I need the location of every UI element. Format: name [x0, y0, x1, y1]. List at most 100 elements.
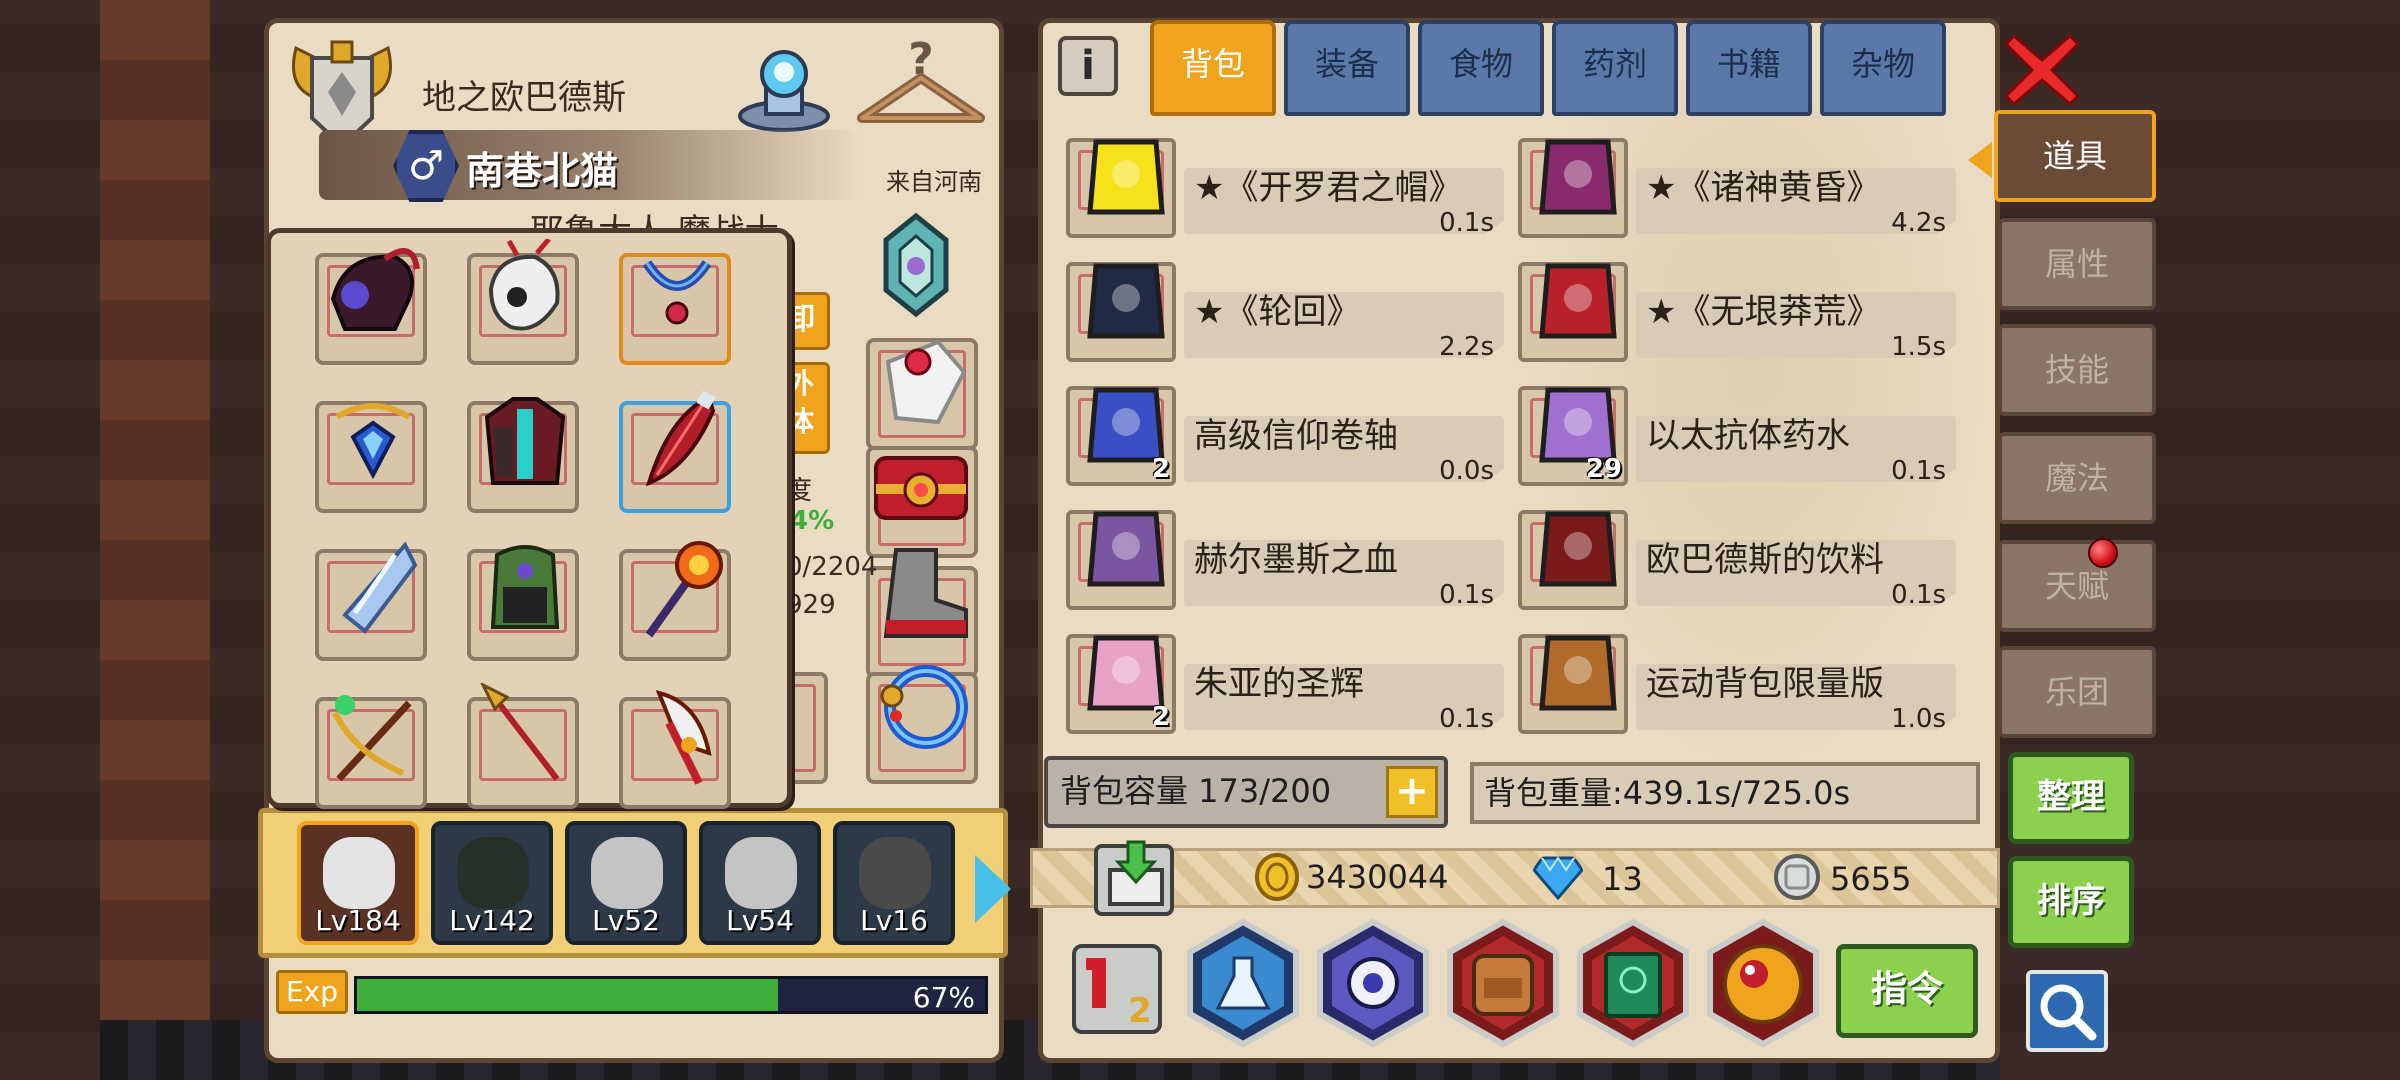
item-name: 运动背包限量版 [1646, 664, 1884, 704]
diamond-amount: 13 [1602, 860, 1643, 898]
sort-button[interactable]: 排序 [2008, 856, 2134, 948]
dark-horn-helmet-icon [330, 248, 420, 331]
fire-orb-icon[interactable] [1704, 918, 1822, 1048]
item-weight: 1.5s [1891, 332, 1946, 362]
item-slot: 2 [1066, 634, 1176, 734]
inventory-item[interactable]: ★《诸神黄昏》 4.2s [1518, 138, 1958, 238]
party-level: Lv184 [315, 904, 401, 937]
item-slot [1066, 262, 1176, 362]
equip-slot-armor[interactable] [467, 397, 579, 513]
party-member-2[interactable]: Lv142 [431, 821, 553, 945]
download-chest-icon [1108, 840, 1164, 906]
expand-capacity-button[interactable]: + [1386, 766, 1438, 818]
item-name: ★《开罗君之帽》 [1194, 168, 1463, 208]
equip-slot-wing[interactable] [315, 541, 427, 661]
ice-wing-icon [342, 541, 418, 634]
side-tab-attributes[interactable]: 属性 [1998, 218, 2156, 310]
portal-orb-icon[interactable] [736, 34, 832, 134]
dark-armor-icon [484, 397, 566, 485]
item-count: 2 [1151, 454, 1170, 484]
crystal-crown-icon[interactable] [866, 210, 966, 320]
equip-slot-weapon-spear[interactable] [467, 683, 579, 809]
green-pack-icon [490, 545, 560, 629]
equip-slot-weapon-axe[interactable] [619, 690, 731, 809]
side-tab-magic[interactable]: 魔法 [1998, 432, 2156, 524]
alchemy-flask-icon[interactable] [1184, 918, 1302, 1048]
equip-slot-weapon-bow[interactable] [315, 695, 427, 809]
item-weight: 0.1s [1891, 580, 1946, 610]
inventory-item[interactable]: ★《轮回》 2.2s [1066, 262, 1506, 362]
white-mask-icon [488, 239, 560, 331]
backpack-icon[interactable] [1444, 918, 1562, 1048]
item-weight: 0.0s [1439, 456, 1494, 486]
tab-food[interactable]: 食物 [1418, 20, 1544, 116]
side-tab-band[interactable]: 乐团 [1998, 646, 2156, 738]
side-tab-talent[interactable]: 天赋 [1998, 540, 2156, 632]
equip-slot-accessory[interactable] [467, 239, 579, 365]
stat-mp: 929 [786, 590, 836, 620]
party-member-4[interactable]: Lv54 [699, 821, 821, 945]
inventory-item[interactable]: 欧巴德斯的饮料 0.1s [1518, 510, 1958, 610]
party-member-5[interactable]: Lv16 [833, 821, 955, 945]
diamond-icon [1532, 856, 1584, 901]
equipment-popup [266, 228, 792, 809]
tab-backpack[interactable]: 背包 [1150, 20, 1276, 116]
gold-amount: 3430044 [1306, 858, 1449, 896]
deposit-button[interactable] [1094, 840, 1174, 916]
tab-books[interactable]: 书籍 [1686, 20, 1812, 116]
inventory-item[interactable]: ★《无垠莽荒》 1.5s [1518, 262, 1958, 362]
inventory-item[interactable]: ★《开罗君之帽》 0.1s [1066, 138, 1506, 238]
character-name: 南巷北猫 [466, 149, 619, 193]
blue-necklace-icon [642, 260, 712, 325]
search-button[interactable] [2026, 970, 2108, 1052]
blue-ring-icon [880, 665, 968, 749]
spellbook-icon[interactable] [1574, 918, 1692, 1048]
inventory-item[interactable]: 运动背包限量版 1.0s [1518, 634, 1958, 734]
info-icon[interactable]: i [1058, 36, 1118, 96]
arrange-button[interactable]: 整理 [2008, 752, 2134, 844]
character-origin: 来自河南 [886, 168, 982, 196]
item-slot [1066, 138, 1176, 238]
party-next-arrow-icon[interactable] [975, 855, 1011, 923]
item-slot [1518, 262, 1628, 362]
inventory-item[interactable]: 赫尔墨斯之血 0.1s [1066, 510, 1506, 610]
tab-equipment[interactable]: 装备 [1284, 20, 1410, 116]
bag-weight: 背包重量:439.1s/725.0s [1470, 762, 1980, 824]
command-button[interactable]: 指令 [1836, 944, 1978, 1038]
sort-12-button[interactable]: 2 [1072, 944, 1162, 1034]
inventory-item[interactable]: 2 高级信仰卷轴 0.0s [1066, 386, 1506, 486]
silver-coin-icon [1774, 854, 1820, 900]
close-icon[interactable] [2002, 30, 2082, 110]
equip-slot-necklace[interactable] [619, 253, 731, 365]
side-tab-skills[interactable]: 技能 [1998, 324, 2156, 416]
wardrobe-hanger-icon[interactable]: ? [852, 34, 990, 134]
bag-capacity-text: 背包容量 173/200 [1060, 772, 1332, 810]
party-bar: Lv184 Lv142 Lv52 Lv54 Lv16 [258, 808, 1011, 958]
equip-slot-helmet[interactable] [315, 248, 427, 365]
avatar [859, 837, 931, 909]
item-slot [1518, 138, 1628, 238]
exp-percent: 67% [912, 981, 975, 1014]
party-member-3[interactable]: Lv52 [565, 821, 687, 945]
purple-sword-icon [1539, 139, 1617, 215]
side-tab-items[interactable]: 道具 [1968, 110, 2156, 202]
equip-slot-backpack[interactable] [467, 545, 579, 661]
inventory-item[interactable]: 2 朱亚的圣辉 0.1s [1066, 634, 1506, 734]
item-name: ★《诸神黄昏》 [1646, 168, 1881, 208]
avatar [323, 837, 395, 909]
equip-slot-cape[interactable] [619, 390, 731, 513]
item-weight: 0.1s [1891, 456, 1946, 486]
exp-bar: Exp 67% [274, 966, 994, 1018]
inventory-item[interactable]: 29 以太抗体药水 0.1s [1518, 386, 1958, 486]
equip-slot-weapon-main[interactable] [619, 541, 731, 661]
item-name: ★《无垠莽荒》 [1646, 292, 1881, 332]
backpack-icon [1539, 635, 1617, 711]
item-weight: 0.1s [1439, 208, 1494, 238]
tab-misc[interactable]: 杂物 [1820, 20, 1946, 116]
tab-potions[interactable]: 药剂 [1552, 20, 1678, 116]
stat-hp: 0/2204 [786, 552, 878, 582]
magic-ring-icon[interactable] [1314, 918, 1432, 1048]
equipment-grid [315, 239, 731, 809]
party-member-1[interactable]: Lv184 [297, 821, 419, 945]
equip-slot-amulet[interactable] [315, 401, 427, 513]
